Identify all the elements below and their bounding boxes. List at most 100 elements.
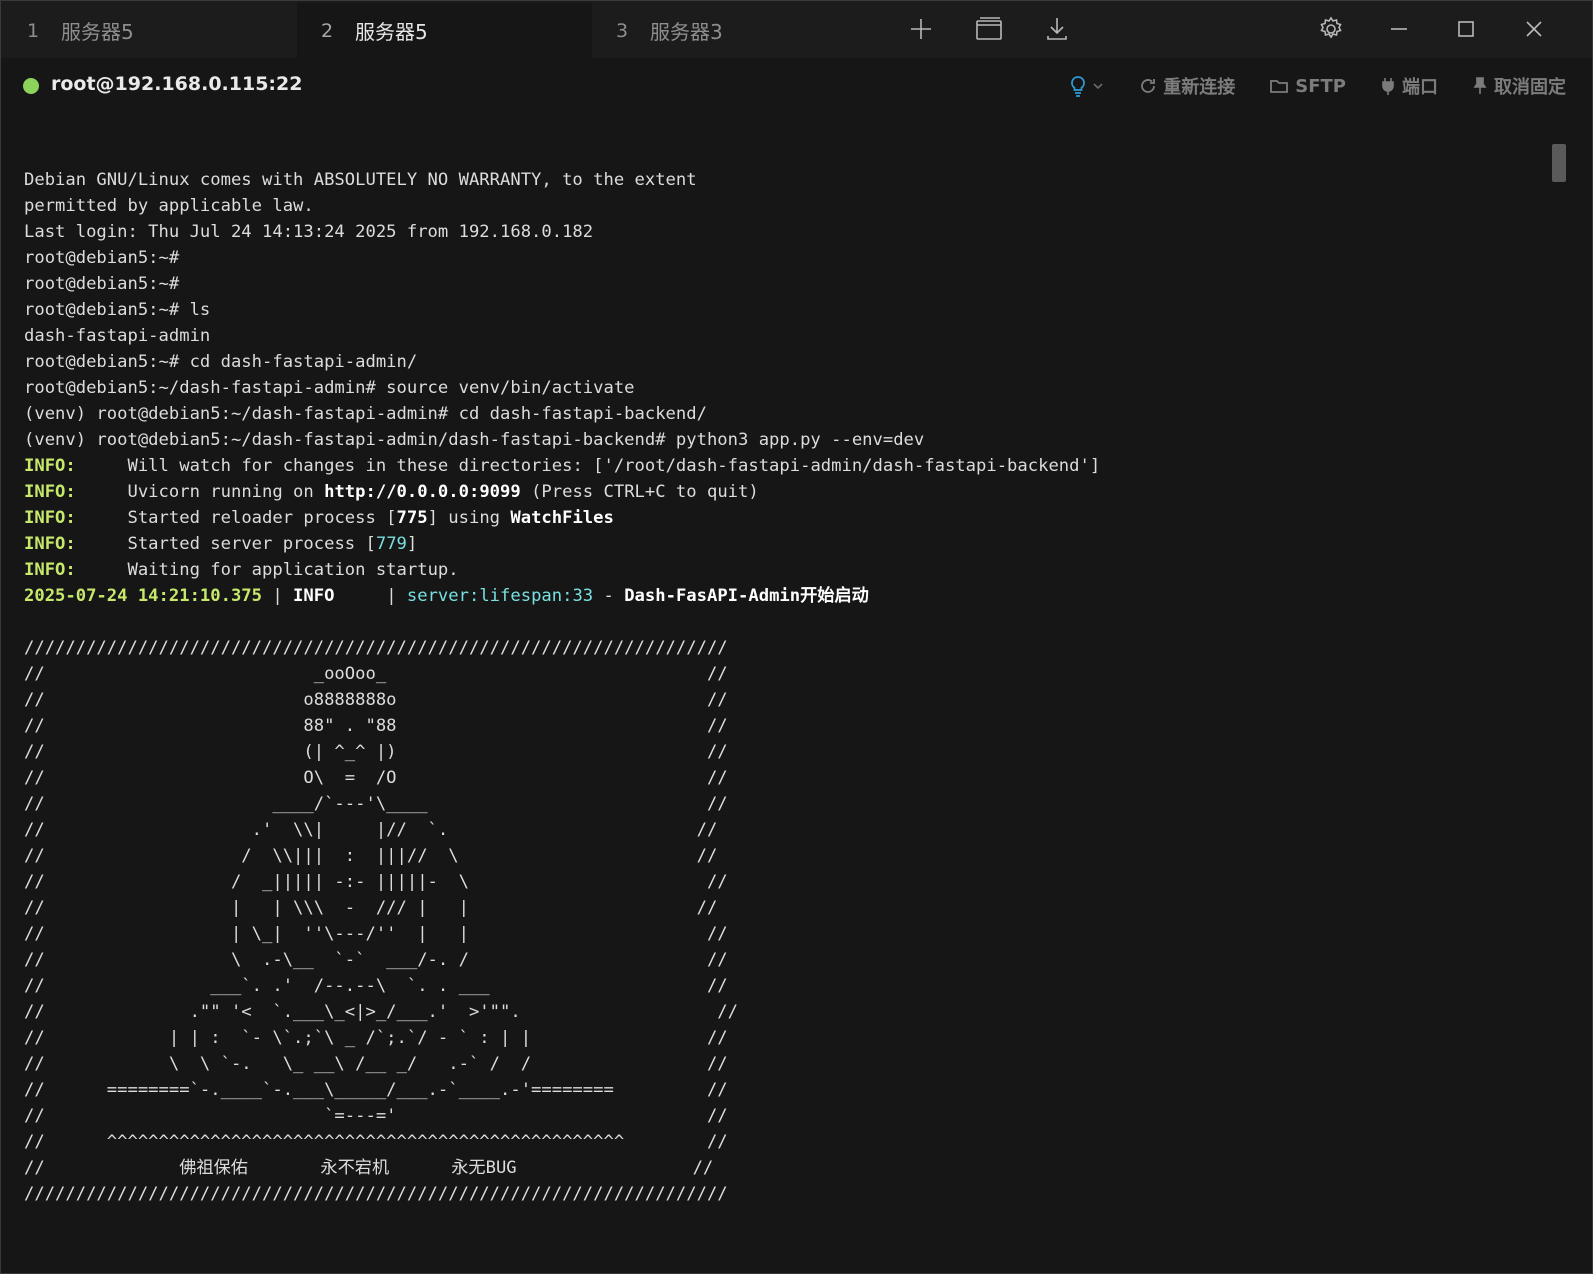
- reconnect-button[interactable]: 重新连接: [1139, 73, 1235, 99]
- terminal-text: (Press CTRL+C to quit): [520, 482, 759, 502]
- folder-icon: [1270, 80, 1289, 93]
- terminal-line: ////////////////////////////////////////…: [24, 635, 1532, 661]
- terminal-line: // _ooOoo_ //: [24, 661, 1532, 687]
- terminal-text: |: [334, 586, 407, 606]
- terminal-text: Started reloader process [: [75, 508, 397, 528]
- lightbulb-icon: [1071, 76, 1086, 97]
- tab-3[interactable]: 3 服务器3: [592, 3, 886, 58]
- terminal-text: WatchFiles: [510, 508, 614, 528]
- terminal-text: // `=---=' //: [24, 1106, 728, 1126]
- terminal-text: |: [262, 586, 294, 606]
- terminal-line: Last login: Thu Jul 24 14:13:24 2025 fro…: [24, 219, 1532, 245]
- gear-icon[interactable]: [1311, 9, 1351, 49]
- reconnect-label: 重新连接: [1163, 77, 1236, 98]
- terminal-text: INFO: [293, 586, 335, 606]
- terminal-text: Last login: Thu Jul 24 14:13:24 2025 fro…: [24, 222, 594, 242]
- tab-label: 服务器3: [650, 20, 723, 44]
- plug-icon: [1382, 78, 1394, 95]
- unpin-label: 取消固定: [1494, 77, 1566, 98]
- terminal-window: 1 服务器5 2 服务器5 3 服务器3 root@192.168.0.115:…: [0, 0, 1593, 1274]
- terminal-text: 779: [375, 534, 407, 554]
- close-icon[interactable]: [1514, 9, 1554, 49]
- terminal-text: INFO:: [24, 534, 76, 554]
- terminal-line: // ^^^^^^^^^^^^^^^^^^^^^^^^^^^^^^^^^^^^^…: [24, 1129, 1532, 1155]
- terminal-line: // ____/`---'\____ //: [24, 791, 1532, 817]
- terminal-line: // ."" '< `.___\_<|>_/___.' >'"". //: [24, 999, 1532, 1025]
- terminal-line: // / _||||| -:- |||||- \ //: [24, 869, 1532, 895]
- terminal-line: root@debian5:~/dash-fastapi-admin# sourc…: [24, 375, 1532, 401]
- terminal-line: // O\ = /O //: [24, 765, 1532, 791]
- terminal-text: // ^^^^^^^^^^^^^^^^^^^^^^^^^^^^^^^^^^^^^…: [24, 1132, 728, 1152]
- terminal-text: // \ .-\__ `-` ___/-. / //: [24, 950, 728, 970]
- terminal-text: root@debian5:~/dash-fastapi-admin# sourc…: [24, 378, 635, 398]
- terminal-line: // 佛祖保佑 永不宕机 永无BUG //: [24, 1155, 1532, 1181]
- maximize-icon[interactable]: [1446, 9, 1486, 49]
- tab-1[interactable]: 1 服务器5: [3, 3, 297, 58]
- terminal-line: // | | \\\ - /// | | //: [24, 895, 1532, 921]
- terminal-text: // | | : `- \`.;`\ _ /`;.`/ - ` : | | //: [24, 1028, 728, 1048]
- terminal-text: ] using: [427, 508, 511, 528]
- plus-icon[interactable]: [901, 9, 941, 49]
- terminal-text: // / _||||| -:- |||||- \ //: [24, 872, 728, 892]
- terminal-text: INFO:: [24, 482, 76, 502]
- port-button[interactable]: 端口: [1380, 73, 1438, 99]
- scrollbar-thumb[interactable]: [1552, 144, 1566, 182]
- terminal-text: -: [593, 586, 625, 606]
- terminal-line: ////////////////////////////////////////…: [24, 1181, 1532, 1207]
- terminal-line: // .' \\| |// `. //: [24, 817, 1532, 843]
- tab-2[interactable]: 2 服务器5: [297, 3, 592, 58]
- terminal-line: (venv) root@debian5:~/dash-fastapi-admin…: [24, 427, 1532, 453]
- terminal-line: // / \\||| : |||// \ //: [24, 843, 1532, 869]
- session-header: root@192.168.0.115:22 重新连接 SFTP 端口 取消固定: [1, 58, 1592, 115]
- terminal-text: root@debian5:~# cd dash-fastapi-admin/: [24, 352, 418, 372]
- terminal-line: Debian GNU/Linux comes with ABSOLUTELY N…: [24, 167, 1532, 193]
- terminal-text: ]: [406, 534, 418, 554]
- terminal-line: root@debian5:~# ls: [24, 297, 1532, 323]
- tab-number: 1: [27, 19, 40, 42]
- terminal-text: // \ \ `-. \_ __\ /__ _/ .-` / / //: [24, 1054, 728, 1074]
- terminal-text: // ____/`---'\____ //: [24, 794, 728, 814]
- terminal-line: root@debian5:~#: [24, 245, 1532, 271]
- terminal-line: INFO: Will watch for changes in these di…: [24, 453, 1532, 479]
- terminal-line: INFO: Waiting for application startup.: [24, 557, 1532, 583]
- terminal-text: // 88" . "88 //: [24, 716, 728, 736]
- window-layout-icon[interactable]: [969, 9, 1009, 49]
- terminal-line: // ========`-.____`-.___\_____/___.-`___…: [24, 1077, 1532, 1103]
- sftp-button[interactable]: SFTP: [1269, 76, 1346, 97]
- terminal-line: INFO: Started server process [779]: [24, 531, 1532, 557]
- terminal-line: 2025-07-24 14:21:10.375 | INFO | server:…: [24, 583, 1532, 609]
- terminal-text: http://0.0.0.0:9099: [324, 482, 521, 502]
- connection-status-icon: [23, 78, 39, 94]
- session-host: root@192.168.0.115:22: [51, 73, 303, 95]
- lightbulb-dropdown[interactable]: [1069, 75, 1105, 97]
- terminal-line: INFO: Uvicorn running on http://0.0.0.0:…: [24, 479, 1532, 505]
- terminal-text: Dash-FasAPI-Admin开始启动: [624, 586, 869, 606]
- terminal-text: ////////////////////////////////////////…: [24, 638, 728, 658]
- terminal-text: (venv) root@debian5:~/dash-fastapi-admin…: [24, 404, 707, 424]
- terminal-text: // ."" '< `.___\_<|>_/___.' >'"". //: [24, 1002, 738, 1022]
- unpin-button[interactable]: 取消固定: [1472, 73, 1566, 99]
- terminal-line: // (| ^_^ |) //: [24, 739, 1532, 765]
- terminal-text: permitted by applicable law.: [24, 196, 314, 216]
- minimize-icon[interactable]: [1379, 9, 1419, 49]
- terminal-text: // .' \\| |// `. //: [24, 820, 718, 840]
- terminal-text: Uvicorn running on: [75, 482, 325, 502]
- terminal-output[interactable]: Debian GNU/Linux comes with ABSOLUTELY N…: [24, 167, 1532, 1207]
- terminal-text: (venv) root@debian5:~/dash-fastapi-admin…: [24, 430, 925, 450]
- pin-icon: [1473, 77, 1487, 94]
- tab-number: 3: [616, 19, 629, 42]
- download-icon[interactable]: [1037, 9, 1077, 49]
- terminal-text: root@debian5:~# ls: [24, 300, 211, 320]
- terminal-line: root@debian5:~# cd dash-fastapi-admin/: [24, 349, 1532, 375]
- chevron-down-icon: [1093, 83, 1103, 90]
- terminal-line: root@debian5:~#: [24, 271, 1532, 297]
- terminal-line: // | | : `- \`.;`\ _ /`;.`/ - ` : | | //: [24, 1025, 1532, 1051]
- terminal-text: // (| ^_^ |) //: [24, 742, 728, 762]
- terminal-text: INFO:: [24, 560, 76, 580]
- terminal-line: (venv) root@debian5:~/dash-fastapi-admin…: [24, 401, 1532, 427]
- terminal-line: dash-fastapi-admin: [24, 323, 1532, 349]
- terminal-text: Waiting for application startup.: [75, 560, 459, 580]
- terminal-text: 2025-07-24 14:21:10.375: [24, 586, 262, 606]
- port-label: 端口: [1402, 77, 1438, 98]
